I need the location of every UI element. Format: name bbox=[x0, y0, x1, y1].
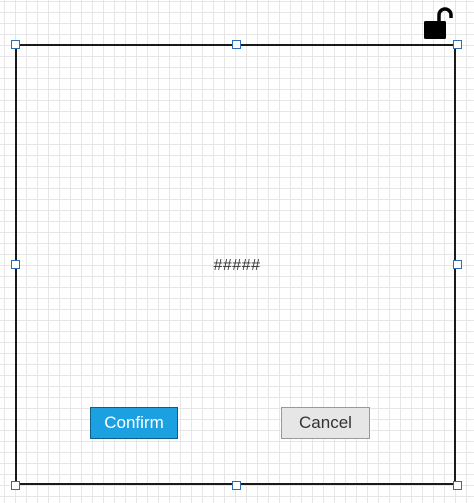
resize-handle-right[interactable] bbox=[453, 260, 462, 269]
resize-handle-top[interactable] bbox=[232, 40, 241, 49]
resize-handle-left[interactable] bbox=[11, 260, 20, 269]
confirm-button[interactable]: Confirm bbox=[90, 407, 178, 439]
resize-handle-bottom-left[interactable] bbox=[11, 481, 20, 490]
unlocked-padlock-icon[interactable] bbox=[423, 6, 455, 40]
cancel-button[interactable]: Cancel bbox=[281, 407, 370, 439]
placeholder-text: ##### bbox=[213, 257, 261, 274]
resize-handle-top-right[interactable] bbox=[453, 40, 462, 49]
resize-handle-bottom[interactable] bbox=[232, 481, 241, 490]
resize-handle-bottom-right[interactable] bbox=[453, 481, 462, 490]
resize-handle-top-left[interactable] bbox=[11, 40, 20, 49]
diagram-canvas[interactable]: ##### Confirm Cancel bbox=[0, 0, 474, 503]
